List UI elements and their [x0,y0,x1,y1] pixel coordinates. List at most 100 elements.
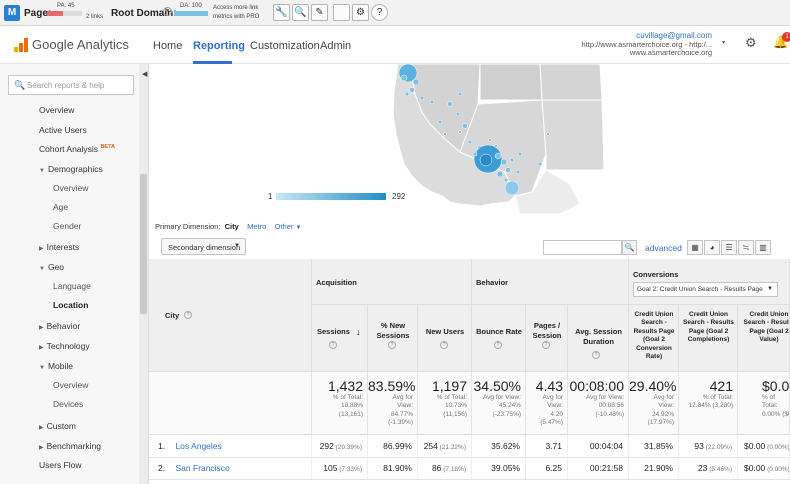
sidebar-item-interests[interactable]: ▶ Interests [39,242,79,252]
sidebar-item-cohort-analysis[interactable]: Cohort Analysis BETA [39,144,115,154]
sidebar-item-behavior[interactable]: ▶ Behavior [39,321,80,331]
cell-percent: (7.18%) [441,466,466,473]
sidebar-item-overview[interactable]: Overview [39,105,74,115]
sidebar-item-users-flow[interactable]: Users Flow [39,460,82,470]
pro-promo-line2[interactable]: metrics with PRO [213,14,259,20]
pro-promo-line1[interactable]: Access more link [213,5,258,11]
colorado-region[interactable] [539,64,603,101]
cell-new-sessions: 86.99% [368,435,418,457]
goal-selector-dropdown[interactable]: Goal 2: Credit Union Search - Results Pa… [633,282,778,297]
pivot-view-icon[interactable]: ▥ [755,240,771,255]
account-dropdown-icon[interactable]: ▾ [722,39,725,46]
dimension-metro[interactable]: Metro [247,222,266,231]
column-header-avg-duration[interactable]: Avg. Session Duration? [568,305,629,372]
chevron-down-icon: ▼ [234,243,240,249]
column-header-conversion-rate[interactable]: Credit Union Search - Results Page (Goal… [629,305,679,372]
collapse-sidebar-icon[interactable]: ◀ [142,70,147,78]
utah-region[interactable] [479,64,543,101]
cell-city[interactable]: 1. Los Angeles [149,435,312,457]
sidebar-item-mobile[interactable]: ▼ Mobile [39,361,73,371]
help-icon[interactable]: ? [371,4,388,21]
dimension-city[interactable]: City [225,222,239,231]
column-header-pages-session[interactable]: Pages / Session? [526,305,568,372]
sidebar-item-mobile-overview[interactable]: Overview [53,380,88,390]
sidebar-item-language[interactable]: Language [53,281,91,291]
cell-pages-session: 6.25 [526,457,568,479]
nav-customization[interactable]: Customization [250,40,320,52]
cell-percent: (21.22%) [437,444,466,451]
performance-view-icon[interactable]: ☰ [721,240,737,255]
search-icon[interactable]: 🔍 [622,240,637,255]
sidebar-item-gender[interactable]: Gender [53,221,81,231]
column-header-sessions[interactable]: Sessions ↓? [312,305,368,372]
dimension-other[interactable]: Other [275,222,294,231]
sidebar-scrollbar[interactable] [139,64,148,484]
blank-icon[interactable] [333,4,350,21]
cell-new-users: 86 (7.18%) [418,457,472,479]
search-icon[interactable]: 🔍 [292,4,309,21]
product-title[interactable]: Google Analytics [32,37,129,52]
sidebar-item-benchmarking[interactable]: ▶ Benchmarking [39,441,101,451]
cell-value: 81.90% [383,463,412,473]
settings-gear-icon[interactable]: ⚙ [745,35,757,51]
triangle-right-icon: ▶ [39,345,44,351]
city-link[interactable]: Los Angeles [175,441,221,451]
sidebar-scroll-thumb[interactable] [140,174,147,314]
cell-value: 292 [319,441,334,451]
sidebar-item-devices[interactable]: Devices [53,399,83,409]
sidebar-item-geo[interactable]: ▼ Geo [39,262,64,272]
cell-value: 105 [323,463,338,473]
secondary-dimension-button[interactable]: Secondary dimension ▼ [161,238,246,255]
cell-bounce-rate: 39.05% [472,457,526,479]
cell-percent: (22.09%) [703,444,732,451]
sidebar-item-active-users[interactable]: Active Users [39,125,87,135]
cell-value: 254 [423,441,438,451]
cell-sessions: 105 (7.33%) [312,457,368,479]
sidebar-item-technology[interactable]: ▶ Technology [39,341,90,351]
geo-map[interactable] [160,64,790,214]
cell-sessions: 292 (20.39%) [312,435,368,457]
pie-view-icon[interactable]: ◕ [704,240,720,255]
root-domain-dropdown-icon[interactable]: ▾ [163,7,172,16]
account-email[interactable]: cuvillage@gmail.com [636,31,712,40]
links-count: 2 links [86,14,104,20]
table-filter-input[interactable] [543,240,622,255]
map-legend-gradient [276,193,386,200]
total-avg-duration: 00:08:00 Avg for View: 00:08:56 (-10.48%… [568,372,629,435]
sidebar-item-custom[interactable]: ▶ Custom [39,421,76,431]
nav-home[interactable]: Home [153,40,182,52]
map-legend-max: 292 [392,192,406,201]
nav-reporting[interactable]: Reporting [193,40,245,52]
wrench-icon[interactable]: 🔧 [273,4,290,21]
moz-logo[interactable]: M [4,5,20,21]
advanced-filter-link[interactable]: advanced [645,243,682,253]
cell-completions: 93 (22.09%) [679,435,738,457]
search-reports-input[interactable]: 🔍 Search reports & help [8,75,134,95]
nav-admin[interactable]: Admin [320,40,351,52]
comparison-view-icon[interactable]: ≒ [738,240,754,255]
account-site: www.asmarterchoice.org [629,48,712,57]
triangle-down-icon: ▼ [39,168,45,174]
triangle-down-icon: ▼ [39,266,45,272]
totals-label-cell [149,372,312,435]
column-header-bounce-rate[interactable]: Bounce Rate? [472,305,526,372]
column-header-city[interactable]: City ? [149,259,312,372]
cell-completions: 23 (5.46%) [679,457,738,479]
chevron-down-icon[interactable]: ▼ [296,225,302,231]
sidebar-item-demographics-overview[interactable]: Overview [53,183,88,193]
total-new-sessions: 83.59% Avg for View: 84.77% (-1.39%) [368,372,418,435]
sidebar: 🔍 Search reports & help Overview Active … [0,64,149,484]
column-header-new-users[interactable]: New Users? [418,305,472,372]
sidebar-item-demographics[interactable]: ▼ Demographics [39,164,103,174]
sidebar-item-age[interactable]: Age [53,202,68,212]
sidebar-item-location[interactable]: Location [53,300,88,310]
column-header-completions[interactable]: Credit Union Search - Results Page (Goal… [679,305,738,372]
gear-icon[interactable]: ⚙ [352,4,369,21]
pencil-icon[interactable]: ✎ [311,4,328,21]
table-view-icon[interactable]: ▦ [687,240,703,255]
column-header-new-sessions[interactable]: % New Sessions? [368,305,418,372]
new-mexico-region[interactable] [541,99,605,171]
cell-city[interactable]: 2. San Francisco [149,457,312,479]
column-header-value[interactable]: Credit Union Search - Results Page (Goal… [738,305,790,372]
city-link[interactable]: San Francisco [175,463,229,473]
